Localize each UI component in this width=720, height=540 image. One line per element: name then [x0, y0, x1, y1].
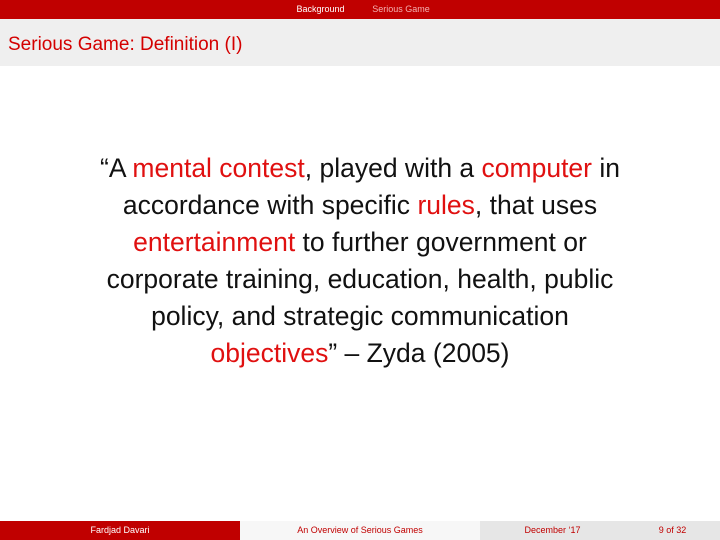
- quote-highlight-term: mental contest: [132, 153, 305, 183]
- frame-title-bar: Serious Game: Definition (I): [0, 19, 720, 66]
- quote-text: to further government or: [295, 227, 587, 257]
- section-navigation: Background Serious Game: [0, 0, 720, 19]
- quote-citation: ” – Zyda (2005): [328, 338, 510, 368]
- quote-highlight-term: entertainment: [133, 227, 296, 257]
- footer-date: December ‘17: [480, 521, 625, 540]
- quote-text: in: [592, 153, 620, 183]
- quote-line-2: accordance with specific rules, that use…: [20, 187, 700, 224]
- quote-highlight-term: computer: [481, 153, 592, 183]
- frame-title: Serious Game: Definition (I): [8, 34, 243, 55]
- nav-section-serious-game[interactable]: Serious Game: [360, 0, 442, 19]
- footer-author: Fardjad Davari: [0, 521, 240, 540]
- quote-line-4: corporate training, education, health, p…: [106, 264, 614, 294]
- quote-highlight-term: objectives: [210, 338, 329, 368]
- quote-line-1: “A mental contest, played with a compute…: [20, 150, 700, 187]
- quote-text: , that uses: [474, 190, 598, 220]
- footer-bar: Fardjad Davari An Overview of Serious Ga…: [0, 521, 720, 540]
- definition-quote: “A mental contest, played with a compute…: [20, 150, 700, 372]
- quote-highlight-term: rules: [417, 190, 475, 220]
- footer-talk-title: An Overview of Serious Games: [240, 521, 480, 540]
- quote-line-5: policy, and strategic communication: [151, 301, 569, 331]
- quote-text: , played with a: [304, 153, 482, 183]
- quote-text: accordance with specific: [122, 190, 418, 220]
- quote-line-6: objectives” – Zyda (2005): [20, 335, 700, 372]
- footer-page-number: 9 of 32: [625, 521, 720, 540]
- quote-line-3: entertainment to further government or: [20, 224, 700, 261]
- quote-text: “A: [100, 153, 133, 183]
- nav-section-background[interactable]: Background: [283, 0, 358, 19]
